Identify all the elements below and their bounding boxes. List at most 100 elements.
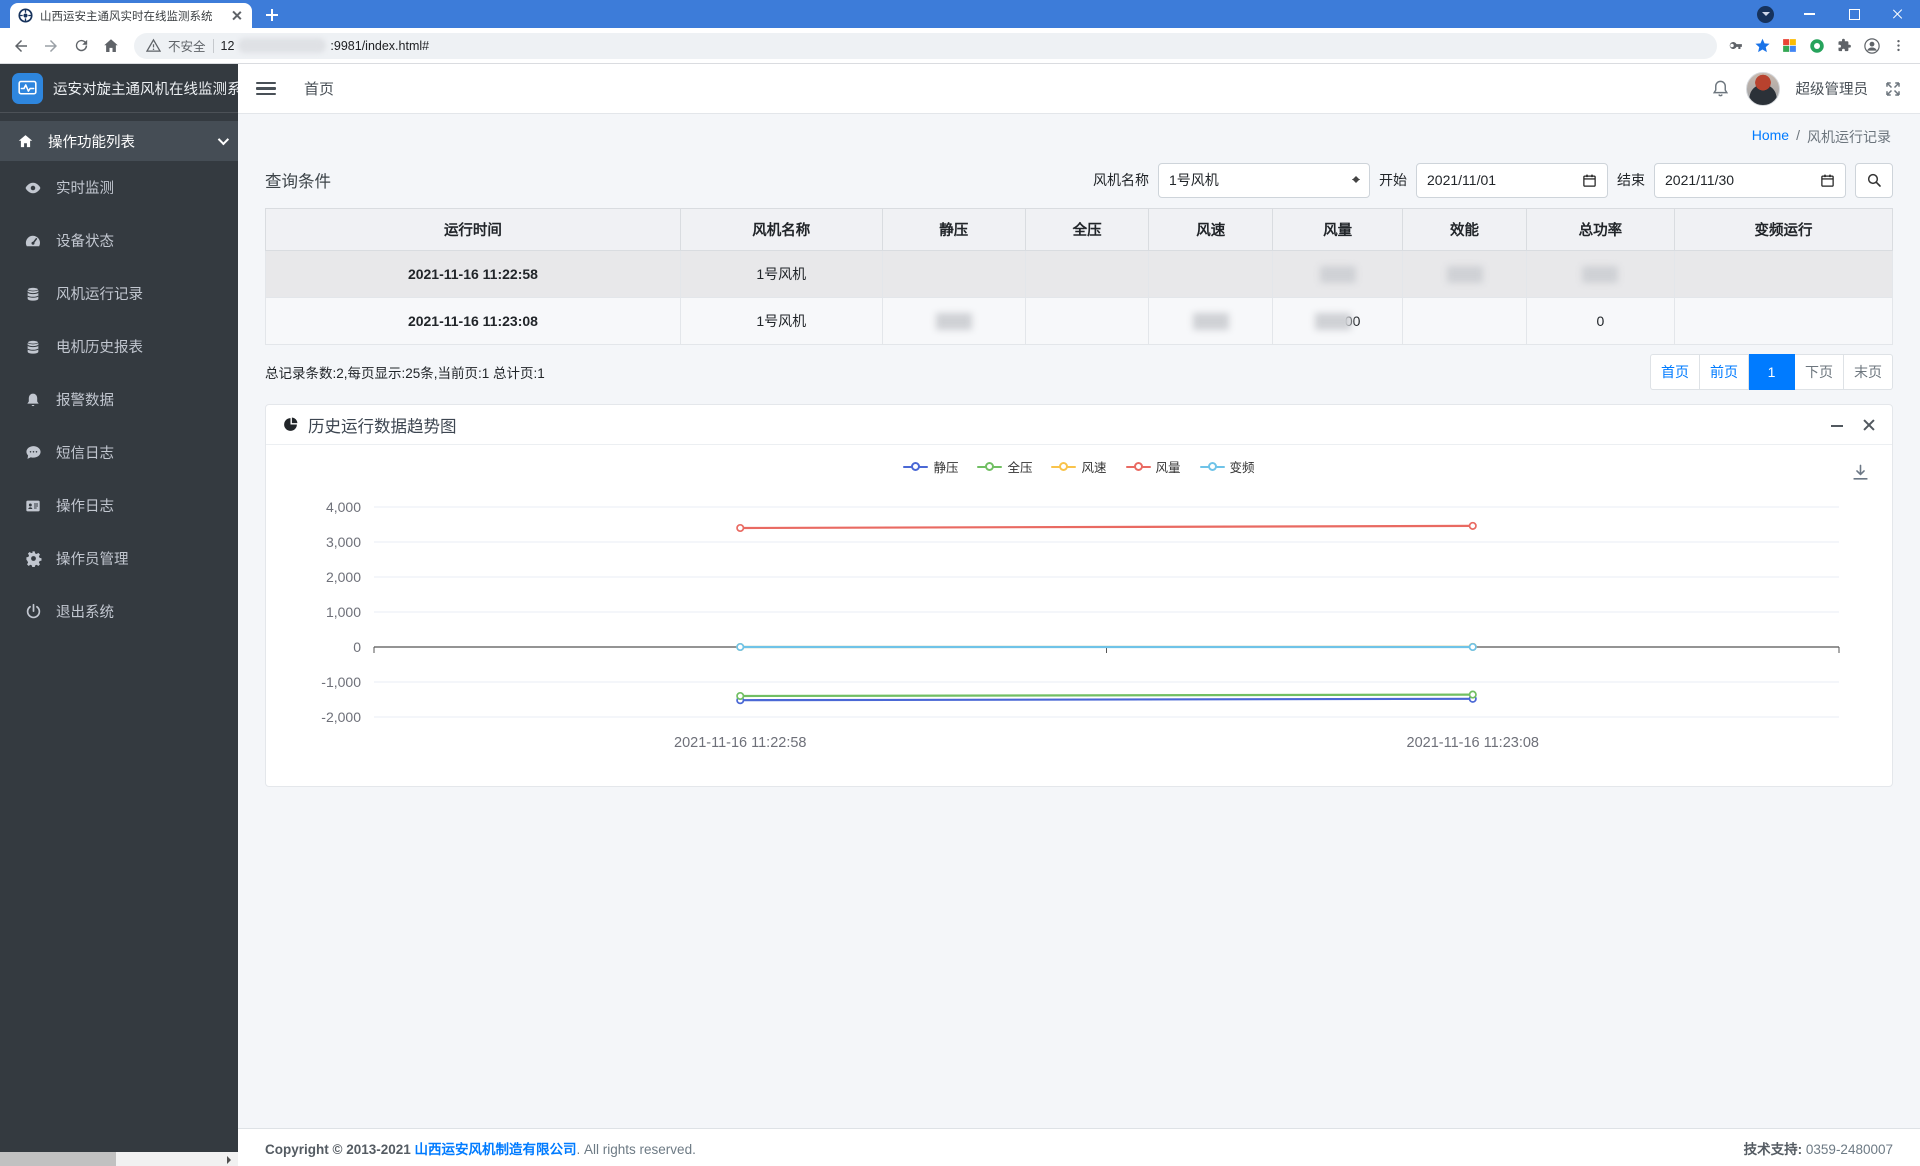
sidebar-item-sms-log[interactable]: 短信日志 [0, 426, 238, 479]
security-label[interactable]: 不安全 [168, 36, 206, 55]
sidebar-toggle-icon[interactable] [256, 81, 276, 96]
nav-home-link[interactable]: 首页 [304, 78, 334, 99]
user-avatar[interactable] [1745, 71, 1780, 106]
sidebar-item-function-list[interactable]: 操作功能列表 [0, 121, 238, 161]
sidebar: 运安对旋主通风机在线监测系统 操作功能列表 实时监测 设备状态 风机运行记录 电… [0, 64, 238, 1166]
fullscreen-expand-icon[interactable] [1884, 80, 1902, 98]
breadcrumb-separator: / [1796, 127, 1800, 143]
id-card-icon [22, 498, 44, 514]
sidebar-item-operation-log[interactable]: 操作日志 [0, 479, 238, 532]
url-text: 12:9981/index.html# [220, 38, 430, 53]
scrollbar-thumb[interactable] [0, 1152, 116, 1166]
redacted-value [1582, 265, 1619, 283]
extension-colorful-icon[interactable] [1781, 37, 1798, 54]
home-button[interactable] [98, 33, 124, 59]
table-row[interactable]: 2021-11-16 11:22:58 1号风机 [265, 250, 1894, 298]
browser-tab[interactable]: 山西运安主通风实时在线监测系统 [10, 3, 252, 28]
calendar-icon[interactable] [1820, 173, 1835, 188]
start-date-input[interactable]: 2021/11/01 [1416, 162, 1608, 198]
pagination-next-button[interactable]: 下页 [1795, 354, 1844, 390]
table-cell [881, 297, 1026, 345]
table-cell: 2021-11-16 11:22:58 [265, 250, 681, 298]
forward-icon [45, 39, 57, 52]
breadcrumb: Home / 风机运行记录 [265, 114, 1893, 147]
collapse-icon[interactable] [1830, 418, 1844, 432]
brand[interactable]: 运安对旋主通风机在线监测系统 [0, 64, 238, 113]
pagination-first-button[interactable]: 首页 [1650, 354, 1700, 390]
gear-icon [22, 550, 44, 567]
reload-button[interactable] [68, 33, 94, 59]
extensions-puzzle-icon[interactable] [1836, 37, 1853, 54]
end-date-label: 结束 [1617, 172, 1645, 188]
download-icon[interactable] [1851, 463, 1870, 482]
site-favicon [18, 8, 33, 23]
bookmark-star-icon[interactable] [1754, 37, 1771, 54]
browser-user-avatar-icon[interactable] [1863, 37, 1881, 55]
sidebar-item-device-status[interactable]: 设备状态 [0, 214, 238, 267]
legend-item-全压[interactable]: 全压 [977, 457, 1032, 476]
reload-icon [75, 39, 87, 52]
legend-item-静压[interactable]: 静压 [903, 457, 958, 476]
svg-text:2021-11-16 11:22:58: 2021-11-16 11:22:58 [674, 735, 807, 751]
chart-body: 静压 全压 风速 风量 变频 4,000 3,000 2,000 1,000 0 -1,000 -2… [266, 445, 1892, 786]
breadcrumb-home-link[interactable]: Home [1752, 127, 1789, 147]
calendar-icon[interactable] [1582, 173, 1597, 188]
new-tab-button[interactable] [260, 3, 284, 27]
sidebar-item-logout[interactable]: 退出系统 [0, 585, 238, 638]
redacted-value [1446, 265, 1483, 283]
query-bar: 查询条件 风机名称 1号风机 开始 2021/11/01 结束 2021/11/… [265, 160, 1893, 200]
power-icon [22, 603, 44, 620]
table-cell [1673, 250, 1894, 298]
svg-text:4,000: 4,000 [326, 499, 361, 515]
tab-close-icon[interactable] [229, 8, 244, 23]
start-date-label: 开始 [1379, 172, 1407, 188]
tech-support-text: 技术支持: 0359-2480007 [1743, 1141, 1893, 1157]
redacted-value [1319, 265, 1356, 283]
copyright-text: Copyright © 2013-2021 山西运安风机制造有限公司. All … [265, 1141, 696, 1157]
notifications-bell-icon[interactable] [1711, 79, 1730, 98]
sidebar-item-alarm-data[interactable]: 报警数据 [0, 373, 238, 426]
sidebar-item-motor-history-report[interactable]: 电机历史报表 [0, 320, 238, 373]
home-icon [104, 38, 118, 52]
close-icon[interactable] [1862, 418, 1876, 432]
pie-chart-icon [284, 417, 298, 431]
topnav-right: 超级管理员 [1711, 71, 1903, 106]
window-close-button[interactable] [1876, 0, 1920, 28]
sidebar-item-operator-management[interactable]: 操作员管理 [0, 532, 238, 585]
browser-window: 山西运安主通风实时在线监测系统 不安全 12:9981/index.html#… [0, 0, 1920, 1166]
legend-item-风量[interactable]: 风量 [1125, 457, 1181, 476]
legend-item-变频[interactable]: 变频 [1199, 457, 1255, 476]
password-key-icon[interactable] [1727, 37, 1744, 54]
pagination-prev-button[interactable]: 前页 [1700, 354, 1749, 390]
sidebar-item-realtime-monitor[interactable]: 实时监测 [0, 161, 238, 214]
table-row[interactable]: 2021-11-16 11:23:08 1号风机 00 0 [265, 297, 1894, 345]
select-arrows-icon [1352, 172, 1360, 187]
table-cell [1148, 250, 1274, 298]
address-bar[interactable]: 不安全 12:9981/index.html# [134, 32, 1717, 59]
browser-profile-icon[interactable] [1757, 5, 1774, 23]
back-button[interactable] [8, 33, 34, 59]
fan-select[interactable]: 1号风机 [1158, 162, 1370, 198]
browser-menu-dots-icon[interactable] [1891, 38, 1906, 53]
legend-item-风速[interactable]: 风速 [1051, 457, 1107, 476]
pagination-page-1-button[interactable]: 1 [1749, 354, 1795, 390]
scrollbar-right-arrow[interactable] [222, 1152, 238, 1166]
trend-chart-card: 历史运行数据趋势图 静压 全压 风速 风量 变频 4,000 3,000 2,000 1,00… [265, 404, 1893, 787]
window-minimize-button[interactable] [1788, 0, 1832, 28]
window-maximize-button[interactable] [1832, 0, 1876, 28]
pagination-last-button[interactable]: 末页 [1844, 354, 1893, 390]
user-name[interactable]: 超级管理员 [1796, 78, 1869, 99]
comment-icon [22, 444, 44, 461]
extension-green-icon[interactable] [1808, 37, 1826, 55]
chart-title: 历史运行数据趋势图 [308, 417, 457, 436]
horizontal-scrollbar[interactable] [0, 1152, 238, 1166]
svg-text:1,000: 1,000 [326, 604, 361, 620]
sidebar-item-fan-run-records[interactable]: 风机运行记录 [0, 267, 238, 320]
company-link[interactable]: 山西运安风机制造有限公司 [415, 1142, 577, 1157]
table-cell [1148, 297, 1274, 345]
legend-marker-icon [1125, 462, 1151, 471]
trend-chart-svg[interactable]: 4,000 3,000 2,000 1,000 0 -1,000 -2,000 2021-11… [274, 482, 1884, 772]
end-date-input[interactable]: 2021/11/30 [1654, 162, 1846, 198]
search-button[interactable] [1855, 162, 1893, 198]
forward-button[interactable] [38, 33, 64, 59]
